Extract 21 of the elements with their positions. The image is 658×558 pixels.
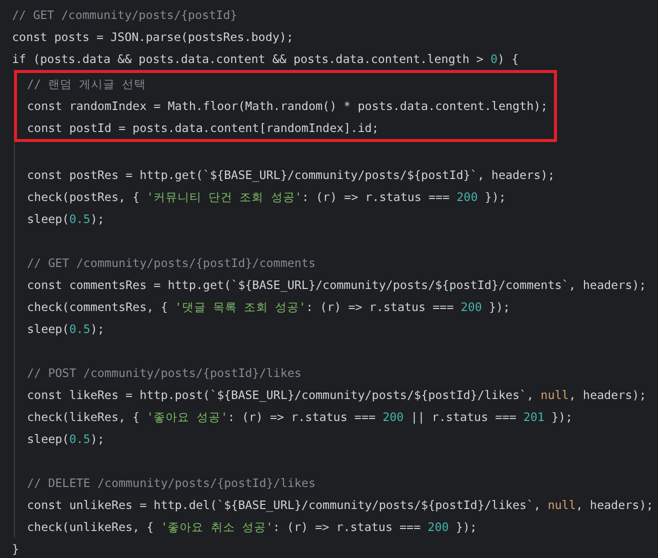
code-line: const postRes = http.get(`${BASE_URL}/community/posts/${postId}`, headers); xyxy=(27,167,556,184)
code-line: // 랜덤 게시글 선택 xyxy=(27,76,148,93)
code-line: if (posts.data && posts.data.content && posts.data.content.length > 0) { xyxy=(12,51,520,68)
code-line: } xyxy=(12,541,20,558)
code-line: check(commentsRes, { '댓글 목록 조회 성공': (r) => r.status === 200 }); xyxy=(27,299,512,316)
code-line: // GET /community/posts/{postId} xyxy=(12,7,238,24)
code-line: const postId = posts.data.content[randomIndex].id; xyxy=(27,120,380,137)
code-line: sleep(0.5); xyxy=(27,431,106,448)
code-line: check(postRes, { '커뮤니티 단건 조회 성공': (r) => r.status === 200 }); xyxy=(27,189,507,206)
code-line: const unlikeRes = http.del(`${BASE_URL}/community/posts/${postId}/likes`, null, headers); xyxy=(27,497,654,514)
code-line: sleep(0.5); xyxy=(27,321,106,338)
code-line: check(unlikeRes, { '좋아요 취소 성공': (r) => r.status === 200 }); xyxy=(27,519,478,536)
code-line: sleep(0.5); xyxy=(27,211,106,228)
code-line: check(likeRes, { '좋아요 성공': (r) => r.status === 200 || r.status === 201 }); xyxy=(27,409,574,426)
code-line: // GET /community/posts/{postId}/comments xyxy=(27,255,316,272)
code-line: const posts = JSON.parse(postsRes.body); xyxy=(12,29,294,46)
code-line: const likeRes = http.post(`${BASE_URL}/community/posts/${postId}/likes`, null, headers); xyxy=(27,387,648,404)
code-line: // DELETE /community/posts/{postId}/likes xyxy=(27,475,316,492)
code-line: const randomIndex = Math.floor(Math.random() * posts.data.content.length); xyxy=(27,98,549,115)
code-line: // POST /community/posts/{postId}/likes xyxy=(27,365,302,382)
code-line: const commentsRes = http.get(`${BASE_URL}/community/posts/${postId}/comments`, headers); xyxy=(27,277,648,294)
